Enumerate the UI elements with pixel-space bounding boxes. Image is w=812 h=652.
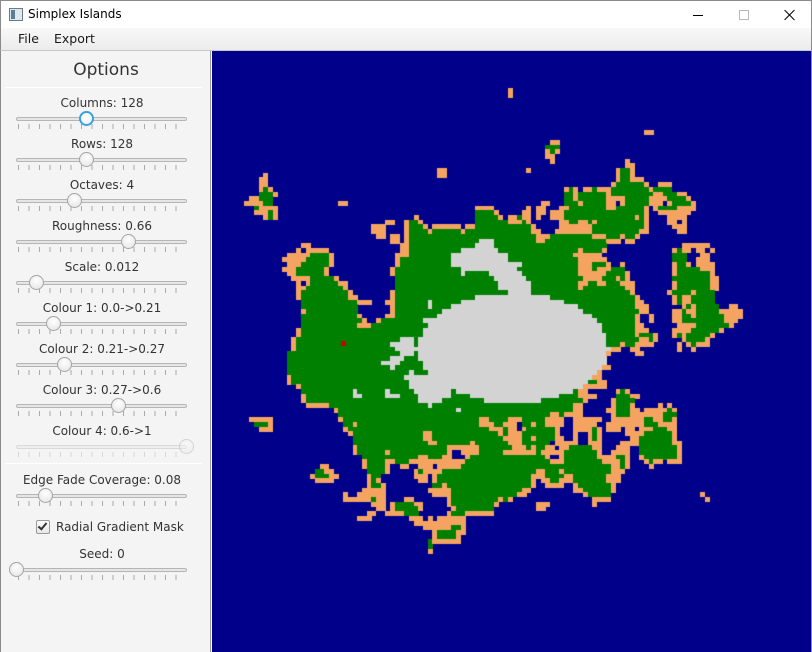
slider-label: Edge Fade Coverage: 0.08: [22, 473, 182, 487]
slider-label: Colour 2: 0.21->0.27: [38, 342, 166, 356]
slider-thumb: [179, 439, 194, 454]
options-title: Options: [73, 60, 139, 80]
slider-ticks: [18, 165, 186, 170]
slider-ticks: [18, 247, 186, 252]
slider-colour-2: Colour 2: 0.21->0.27: [16, 342, 188, 375]
maximize-icon: [739, 10, 749, 20]
close-icon: [784, 9, 796, 21]
slider-track: [16, 445, 187, 449]
slider-track[interactable]: [16, 404, 187, 408]
slider-thumb[interactable]: [9, 562, 24, 577]
slider-octaves: Octaves: 4: [16, 178, 188, 211]
slider-colour-4: Colour 4: 0.6->1: [16, 424, 194, 457]
slider-scale: Scale: 0.012: [16, 260, 188, 293]
minimize-button[interactable]: [675, 1, 721, 29]
close-button[interactable]: [767, 1, 812, 29]
slider-label: Colour 1: 0.0->0.21: [42, 301, 162, 315]
slider-label: Roughness: 0.66: [51, 219, 153, 233]
slider-thumb[interactable]: [56, 357, 72, 372]
options-divider: [5, 87, 202, 88]
slider-label: Scale: 0.012: [64, 260, 140, 274]
checkbox-box[interactable]: [36, 520, 50, 534]
slider-columns: Columns: 128: [16, 96, 188, 129]
slider-ticks: [18, 452, 186, 457]
slider-track[interactable]: [16, 363, 187, 367]
menu-file[interactable]: File: [18, 31, 39, 46]
slider-label: Octaves: 4: [69, 178, 135, 192]
slider-label: Colour 3: 0.27->0.6: [42, 383, 162, 397]
title-bar: Simplex Islands: [0, 0, 812, 28]
slider-ticks: [18, 329, 186, 334]
options-panel: Options Columns: 128 Rows: 128 Octaves: …: [0, 51, 211, 652]
options-divider: [5, 463, 202, 464]
slider-thumb[interactable]: [78, 111, 94, 126]
slider-label: Rows: 128: [71, 137, 133, 151]
slider-track[interactable]: [16, 240, 187, 244]
checkbox-label: Radial Gradient Mask: [56, 520, 184, 534]
slider-rows: Rows: 128: [16, 137, 188, 170]
slider-thumb[interactable]: [37, 488, 53, 503]
slider-ticks: [18, 124, 186, 129]
slider-ticks: [18, 370, 186, 375]
check-icon: [37, 520, 48, 531]
maximize-button[interactable]: [721, 1, 767, 29]
slider-edge-fade-coverage: Edge Fade Coverage: 0.08: [16, 473, 188, 506]
slider-colour-3: Colour 3: 0.27->0.6: [16, 383, 188, 416]
slider-roughness: Roughness: 0.66: [16, 219, 188, 252]
minimize-icon: [693, 14, 703, 16]
slider-seed: Seed: 0: [9, 547, 188, 580]
slider-thumb[interactable]: [66, 193, 82, 208]
slider-label: Seed: 0: [79, 547, 125, 561]
slider-label: Colour 4: 0.6->1: [52, 424, 152, 438]
app-window-icon: [9, 8, 23, 21]
slider-ticks: [18, 575, 186, 580]
slider-track[interactable]: [16, 568, 187, 572]
slider-track[interactable]: [16, 117, 187, 121]
slider-label: Columns: 128: [60, 96, 144, 110]
slider-track[interactable]: [16, 158, 187, 162]
slider-ticks: [18, 206, 186, 211]
slider-colour-1: Colour 1: 0.0->0.21: [16, 301, 188, 334]
island-map[interactable]: [212, 51, 812, 652]
slider-thumb[interactable]: [78, 152, 94, 167]
menu-export[interactable]: Export: [54, 31, 95, 46]
radial-gradient-mask-checkbox[interactable]: Radial Gradient Mask: [36, 519, 206, 537]
island-map-canvas[interactable]: [212, 51, 811, 652]
slider-track[interactable]: [16, 199, 187, 203]
slider-ticks: [18, 288, 186, 293]
slider-ticks: [18, 411, 186, 416]
slider-track[interactable]: [16, 322, 187, 326]
menu-bar: File Export: [0, 28, 812, 51]
window-title: Simplex Islands: [28, 7, 122, 21]
slider-thumb[interactable]: [111, 398, 126, 413]
